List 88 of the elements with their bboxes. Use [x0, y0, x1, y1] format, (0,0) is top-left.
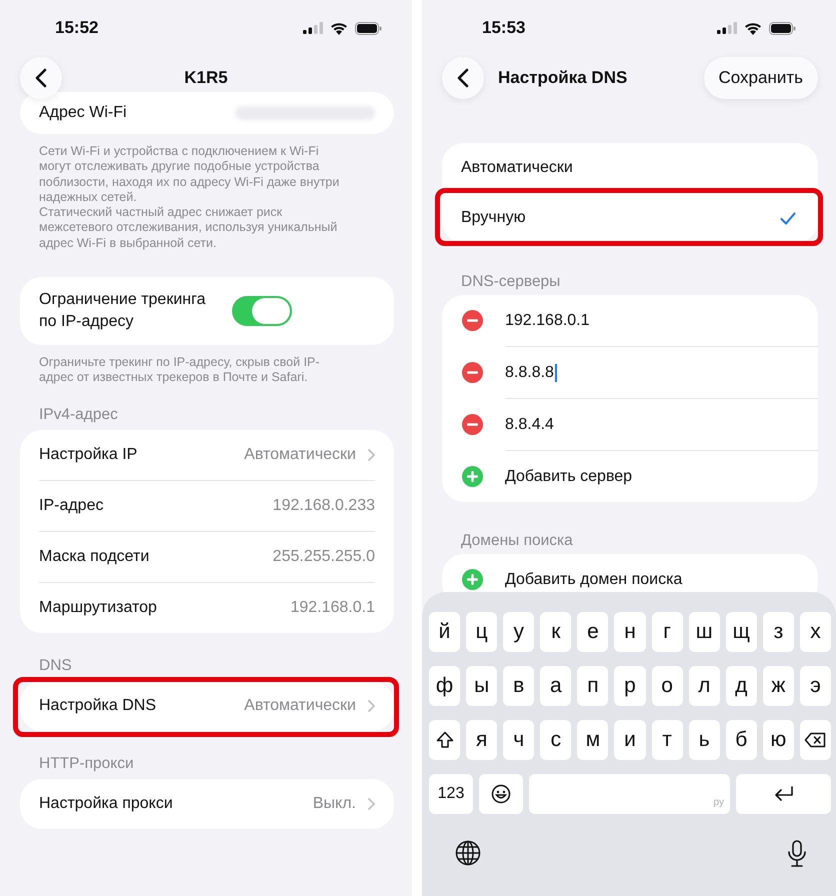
screen-title: Настройка DNS — [498, 68, 628, 88]
remove-icon[interactable] — [462, 362, 483, 383]
toggle-switch[interactable] — [232, 296, 292, 326]
row-value: 255.255.255.0 — [272, 548, 375, 566]
status-time: 15:53 — [482, 18, 526, 38]
row-label: Маршрутизатор — [39, 598, 158, 617]
smiley-icon — [491, 784, 511, 804]
section-footnote: Сети Wi-Fi и устройства с подключением к Wi-Fi могут отслеживать другие подобные устройства поблизости, находя их по адресу Wi-Fi даже внутри надежных сетей. Статический частный адрес снижает риск межсетевого отслеживания, используя уникальный адрес Wi-Fi в выбранной сети. — [38, 143, 340, 252]
save-button[interactable]: Сохранить — [704, 57, 818, 99]
letter-key[interactable]: ж — [762, 666, 794, 706]
section-header: DNS-серверы — [460, 273, 562, 291]
back-button[interactable] — [20, 57, 62, 99]
section-header: DNS — [38, 656, 73, 675]
server-address: 8.8.4.4 — [505, 416, 554, 434]
numbers-key[interactable]: 123 — [429, 774, 473, 814]
backspace-icon — [804, 732, 826, 748]
letter-key[interactable]: э — [800, 666, 832, 706]
row-value: Выкл. — [312, 794, 356, 813]
screen-title: K1R5 — [184, 68, 228, 88]
row-label: Настройка IP — [39, 446, 138, 464]
letter-key[interactable]: к — [540, 612, 572, 652]
shift-key[interactable] — [429, 720, 460, 760]
wifi-icon — [330, 22, 348, 34]
letter-key[interactable]: а — [540, 666, 572, 706]
backspace-key[interactable] — [800, 720, 832, 760]
row-value: Автоматически — [244, 696, 356, 715]
letter-key[interactable]: в — [503, 666, 534, 706]
row-value: 192.168.0.233 — [272, 496, 375, 515]
server-address: 8.8.8.8 — [505, 364, 557, 382]
back-button[interactable] — [442, 57, 484, 99]
emoji-key[interactable] — [479, 774, 523, 814]
letter-key[interactable]: ы — [466, 666, 498, 706]
section-header: Домены поиска — [460, 532, 574, 550]
letter-key[interactable]: ч — [503, 720, 534, 760]
row-label: IP-адрес — [39, 496, 104, 515]
letter-key[interactable]: ф — [429, 666, 460, 706]
battery-icon — [355, 22, 382, 34]
row-label: Настройка DNS — [39, 696, 157, 715]
letter-key[interactable]: й — [429, 612, 460, 652]
back-chevron-icon — [457, 68, 469, 88]
letter-key[interactable]: р — [614, 666, 646, 706]
letter-key[interactable]: б — [726, 720, 757, 760]
letter-key[interactable]: ш — [688, 612, 720, 652]
back-chevron-icon — [35, 68, 47, 88]
return-icon — [772, 786, 794, 802]
option-label[interactable]: Вручную — [461, 209, 772, 227]
letter-key[interactable]: л — [688, 666, 720, 706]
section-header: IPv4-адрес — [38, 406, 119, 424]
status-time: 15:52 — [55, 18, 98, 38]
letter-key[interactable]: я — [466, 720, 498, 760]
remove-icon[interactable] — [462, 310, 483, 331]
letter-key[interactable]: т — [652, 720, 683, 760]
letter-key[interactable]: о — [652, 666, 683, 706]
row-label: Маска подсети — [39, 548, 150, 566]
add-link[interactable]: Добавить домен поиска — [505, 570, 682, 588]
letter-key[interactable]: х — [800, 612, 832, 652]
globe-icon[interactable] — [455, 840, 481, 866]
letter-key[interactable]: е — [577, 612, 608, 652]
signal-icon — [303, 22, 323, 34]
letter-key[interactable]: ь — [688, 720, 720, 760]
shift-icon — [436, 731, 454, 749]
letter-key[interactable]: п — [577, 666, 608, 706]
row-label: Настройка прокси — [39, 794, 174, 813]
letter-key[interactable]: с — [540, 720, 572, 760]
section-footnote: Ограничьте трекинг по IP-адресу, скрыв свой IP-адрес от известных трекеров в Почте и Safari. — [38, 354, 321, 386]
letter-key[interactable]: г — [652, 612, 683, 652]
letter-key[interactable]: у — [503, 612, 534, 652]
remove-icon[interactable] — [462, 414, 483, 435]
letter-key[interactable]: ц — [466, 612, 498, 652]
row-label: Ограничение трекинга по IP-адресу — [39, 290, 206, 332]
option-label[interactable]: Автоматически — [461, 159, 796, 177]
letter-key[interactable]: н — [614, 612, 646, 652]
microphone-icon[interactable] — [787, 840, 807, 868]
row-value: 192.168.0.1 — [290, 598, 375, 617]
letter-key[interactable]: и — [614, 720, 646, 760]
signal-icon — [717, 22, 737, 34]
wifi-icon — [744, 22, 762, 34]
add-link[interactable]: Добавить сервер — [505, 468, 632, 486]
battery-icon — [769, 22, 796, 34]
letter-key[interactable]: щ — [726, 612, 757, 652]
letter-key[interactable]: ю — [762, 720, 794, 760]
letter-key[interactable]: з — [762, 612, 794, 652]
server-address: 192.168.0.1 — [505, 312, 590, 330]
letter-key[interactable]: д — [726, 666, 757, 706]
section-header: HTTP-прокси — [38, 754, 135, 773]
row-value: Автоматически — [244, 446, 356, 464]
letter-key[interactable]: м — [577, 720, 608, 760]
row-label: Адрес Wi-Fi — [39, 104, 128, 122]
